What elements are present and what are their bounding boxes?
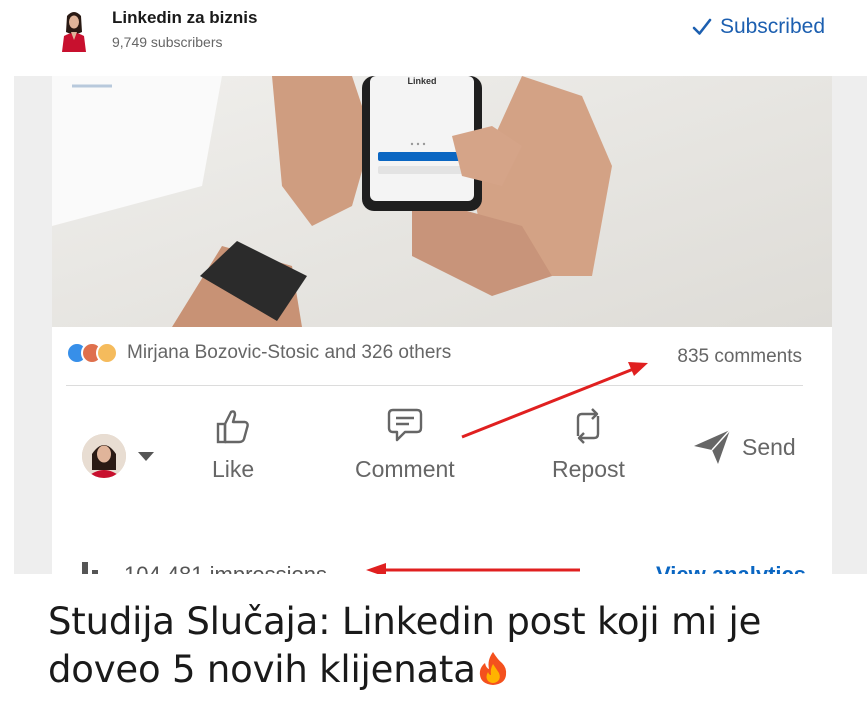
analytics-bar-icon: [82, 562, 98, 574]
divider: [66, 385, 803, 386]
publication-name[interactable]: Linkedin za biznis: [112, 8, 257, 28]
actor-avatar[interactable]: [82, 434, 126, 478]
comment-button[interactable]: Comment: [355, 406, 455, 483]
svg-text:Linked: Linked: [407, 76, 436, 86]
repost-icon: [577, 408, 600, 444]
comment-label: Comment: [355, 456, 455, 482]
subscribed-button[interactable]: Subscribed: [692, 15, 825, 39]
send-icon: [694, 429, 731, 464]
comments-count[interactable]: 835 comments: [677, 346, 802, 368]
reactions-text: Mirjana Bozovic-Stosic and 326 others: [127, 342, 452, 363]
like-button[interactable]: Like: [212, 406, 254, 483]
publication-avatar[interactable]: [58, 8, 90, 52]
comment-icon: [387, 408, 423, 442]
insightful-reaction-icon: [96, 342, 118, 364]
fire-icon: [479, 652, 506, 685]
view-analytics-link[interactable]: View analytics: [656, 562, 806, 574]
chevron-down-icon[interactable]: [138, 452, 154, 461]
repost-button[interactable]: Repost: [552, 406, 625, 483]
publication-header: Linkedin za biznis 9,749 subscribers Sub…: [0, 0, 867, 76]
repost-label: Repost: [552, 456, 625, 482]
reaction-icons: [66, 342, 118, 364]
article-title-text: Studija Slučaja: Linkedin post koji mi j…: [48, 600, 762, 691]
post-action-bar: Like Comment Repost Send: [52, 406, 832, 516]
impressions-row: 104,481 impressions View analytics: [66, 558, 806, 574]
post-screenshot: Linked Mirjana Bozovic-Stosic and 326 ot…: [14, 76, 867, 574]
reactions-summary[interactable]: Mirjana Bozovic-Stosic and 326 others: [66, 342, 451, 364]
subscribed-label: Subscribed: [719, 15, 825, 38]
like-label: Like: [212, 456, 255, 482]
linkedin-post-card: Linked Mirjana Bozovic-Stosic and 326 ot…: [52, 76, 832, 574]
thumbs-up-icon: [216, 410, 249, 444]
send-label: Send: [742, 433, 796, 460]
post-photo: Linked: [52, 76, 832, 327]
send-button[interactable]: Send: [692, 428, 796, 466]
checkmark-icon: [692, 18, 712, 35]
subscriber-count: 9,749 subscribers: [112, 34, 223, 50]
impressions-count: 104,481 impressions: [124, 562, 327, 574]
article-title[interactable]: Studija Slučaja: Linkedin post koji mi j…: [48, 598, 838, 694]
